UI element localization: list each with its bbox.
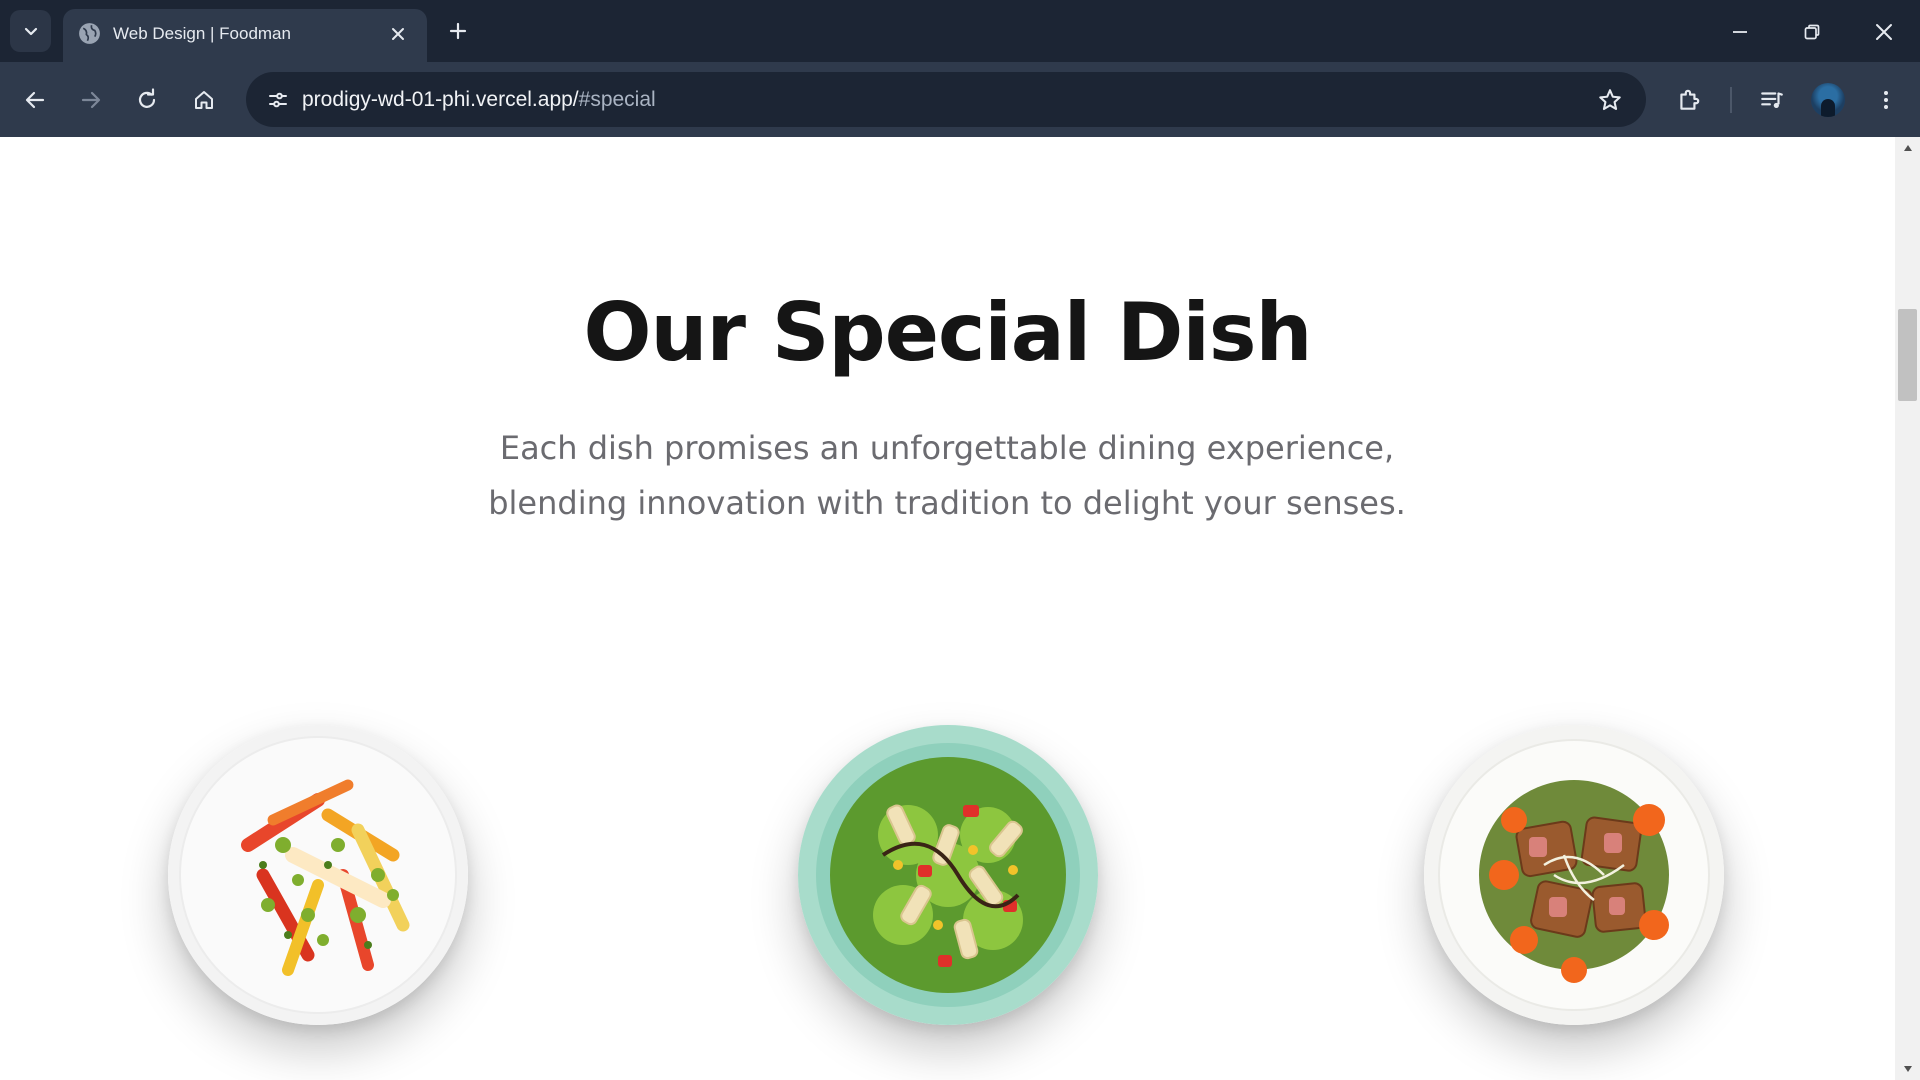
- reload-icon: [138, 88, 156, 108]
- chevron-down-icon: [24, 27, 37, 36]
- site-info-button[interactable]: [258, 80, 298, 120]
- section-description: Each dish promises an unforgettable dini…: [447, 421, 1447, 531]
- arrow-left-icon: [25, 91, 45, 109]
- toolbar-separator: [1730, 87, 1732, 113]
- media-controls-button[interactable]: [1752, 80, 1792, 120]
- scroll-up-button[interactable]: [1895, 137, 1920, 159]
- triangle-down-icon: [1903, 1066, 1912, 1072]
- home-button[interactable]: [184, 80, 224, 120]
- url-host: prodigy-wd-01-phi.vercel.app/: [302, 88, 579, 111]
- tab-strip: Web Design | Foodman: [0, 0, 1920, 62]
- restore-button[interactable]: [1794, 14, 1830, 50]
- dish-image-vegetable-plate: [168, 725, 468, 1025]
- dish-image-grilled-tuna-salad-plate: [1424, 725, 1724, 1025]
- page-viewport: Our Special Dish Each dish promises an u…: [0, 137, 1895, 1080]
- tab-search-button[interactable]: [10, 10, 51, 52]
- browser-menu-button[interactable]: [1866, 80, 1906, 120]
- close-icon: [391, 27, 404, 40]
- bookmark-button[interactable]: [1590, 80, 1630, 120]
- tab-close-button[interactable]: [385, 21, 410, 46]
- forward-button[interactable]: [71, 80, 111, 120]
- playlist-icon: [1761, 92, 1783, 109]
- close-icon: [1876, 24, 1892, 40]
- puzzle-icon: [1680, 89, 1700, 110]
- active-tab[interactable]: Web Design | Foodman: [63, 9, 427, 62]
- plus-icon: [449, 22, 467, 40]
- description-line-2: blending innovation with tradition to de…: [488, 484, 1406, 522]
- avatar[interactable]: [1811, 83, 1845, 117]
- globe-icon: [79, 23, 100, 44]
- triangle-up-icon: [1903, 145, 1912, 151]
- section-heading: Our Special Dish: [583, 286, 1313, 379]
- url-text[interactable]: prodigy-wd-01-phi.vercel.app/#special: [302, 85, 656, 115]
- kebab-menu-icon: [1884, 91, 1888, 109]
- star-icon: [1599, 89, 1621, 111]
- scroll-down-button[interactable]: [1895, 1058, 1920, 1080]
- restore-icon: [1804, 24, 1820, 40]
- tune-icon: [269, 92, 287, 108]
- address-bar[interactable]: prodigy-wd-01-phi.vercel.app/#special: [246, 72, 1646, 127]
- close-window-button[interactable]: [1866, 14, 1902, 50]
- scrollbar-thumb[interactable]: [1898, 309, 1917, 401]
- description-line-1: Each dish promises an unforgettable dini…: [499, 429, 1395, 467]
- new-tab-button[interactable]: [443, 16, 473, 46]
- extensions-button[interactable]: [1669, 80, 1709, 120]
- home-icon: [195, 91, 213, 109]
- browser-toolbar: prodigy-wd-01-phi.vercel.app/#special: [0, 62, 1920, 137]
- back-button[interactable]: [15, 80, 55, 120]
- page-scrollbar[interactable]: [1895, 137, 1920, 1080]
- tab-title: Web Design | Foodman: [113, 24, 291, 43]
- minimize-icon: [1733, 31, 1747, 33]
- minimize-button[interactable]: [1722, 14, 1758, 50]
- arrow-right-icon: [81, 91, 101, 109]
- dish-image-pasta-salad-plate: [798, 725, 1098, 1025]
- url-hash: #special: [578, 88, 656, 111]
- reload-button[interactable]: [127, 80, 167, 120]
